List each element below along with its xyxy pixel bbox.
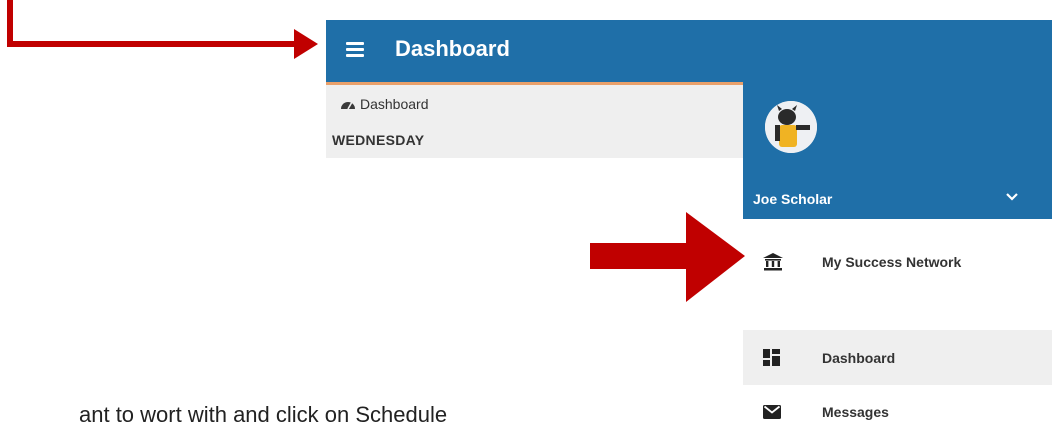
- chevron-down-icon[interactable]: [1005, 192, 1019, 202]
- page-title: Dashboard: [395, 36, 510, 61]
- menu-icon[interactable]: [346, 42, 366, 58]
- drawer-header: Joe Scholar: [743, 82, 1052, 219]
- nav-item-dashboard[interactable]: Dashboard: [743, 330, 1052, 385]
- breadcrumb[interactable]: Dashboard: [340, 96, 429, 112]
- avatar: [765, 101, 817, 153]
- nav-item-my-success-network[interactable]: My Success Network: [743, 222, 1052, 302]
- nav-item-messages[interactable]: Messages: [743, 392, 1052, 432]
- envelope-icon: [763, 405, 781, 419]
- annotation-arrow-right: [590, 212, 745, 302]
- bank-icon: [763, 253, 783, 271]
- nav-item-label: Messages: [822, 404, 889, 420]
- annotation-arrow-top: [7, 0, 318, 59]
- breadcrumb-panel: Dashboard WEDNESDAY: [326, 85, 746, 158]
- nav-item-label: Dashboard: [822, 349, 896, 366]
- document-text-line: ant to wort with and click on Schedule: [79, 402, 448, 427]
- day-heading: WEDNESDAY: [332, 132, 425, 148]
- breadcrumb-label: Dashboard: [360, 96, 429, 112]
- mascot-avatar-icon: [765, 101, 817, 153]
- tachometer-icon: [341, 101, 355, 109]
- app-bar: Dashboard: [326, 20, 1052, 85]
- user-name: Joe Scholar: [753, 191, 833, 207]
- side-drawer: Joe Scholar My Success Network Dashboard: [743, 82, 1052, 423]
- nav-item-label: My Success Network: [822, 254, 962, 270]
- dashboard-grid-icon: [763, 349, 780, 366]
